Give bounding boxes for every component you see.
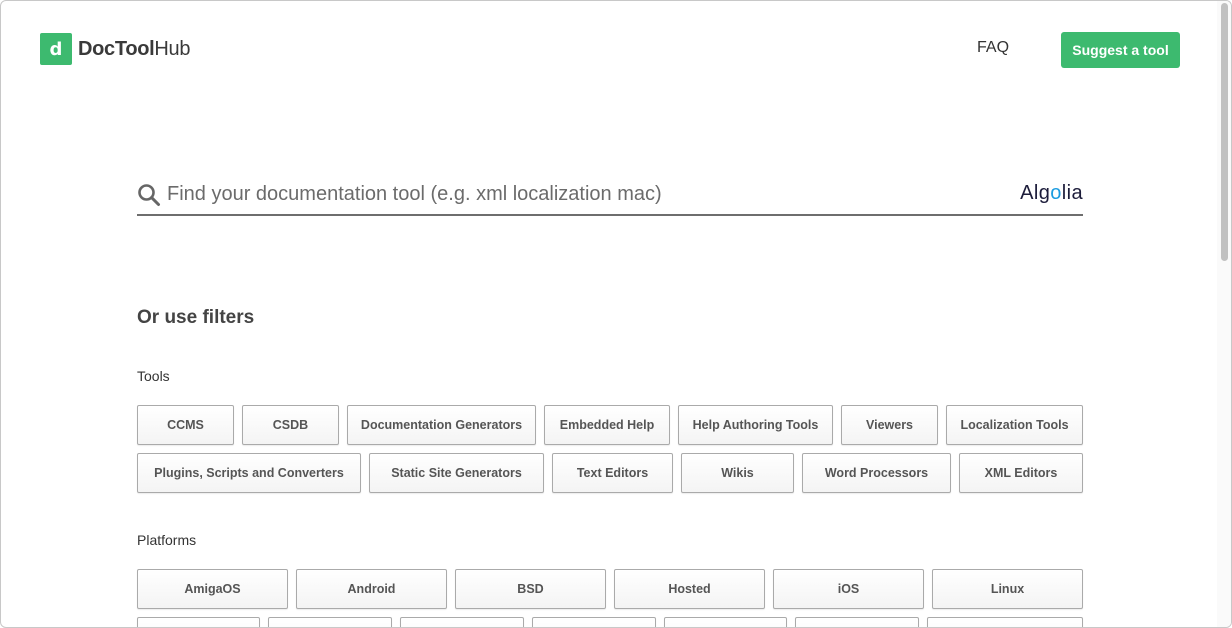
filter-chip[interactable]: CSDB (242, 405, 339, 445)
logo-text: DocToolHub (78, 37, 191, 61)
filter-chip[interactable]: Text Editors (552, 453, 673, 493)
logo-text-light: Hub (154, 37, 191, 60)
filter-chip-partial[interactable] (137, 617, 260, 627)
logo-mark-icon: d (40, 33, 72, 65)
filter-chip[interactable]: Android (296, 569, 447, 609)
filter-chip[interactable]: BSD (455, 569, 606, 609)
filter-chip[interactable]: Linux (932, 569, 1083, 609)
filter-chip-partial[interactable] (532, 617, 656, 627)
filter-chip[interactable]: XML Editors (959, 453, 1083, 493)
filter-chip[interactable]: AmigaOS (137, 569, 288, 609)
filter-chip-partial[interactable] (664, 617, 787, 627)
search-icon (138, 184, 160, 206)
scrollbar-thumb[interactable] (1221, 3, 1228, 261)
filter-chip-partial[interactable] (400, 617, 524, 627)
tools-section-title: Tools (137, 368, 170, 384)
vertical-scrollbar[interactable] (1217, 1, 1231, 627)
platforms-section-title: Platforms (137, 532, 197, 548)
search-bar: Algolia (137, 173, 1083, 216)
algolia-logo[interactable]: Algolia (1020, 182, 1083, 205)
search-input[interactable] (167, 179, 987, 209)
filter-chip[interactable]: Hosted (614, 569, 765, 609)
header: d DocToolHub FAQ Suggest a tool (1, 1, 1231, 101)
faq-link[interactable]: FAQ (977, 39, 1009, 57)
filter-chip-partial[interactable] (927, 617, 1083, 627)
filter-chip[interactable]: Documentation Generators (347, 405, 536, 445)
filter-chip[interactable]: Localization Tools (946, 405, 1083, 445)
filter-chip[interactable]: Static Site Generators (369, 453, 544, 493)
filter-chip[interactable]: CCMS (137, 405, 234, 445)
filter-chip-partial[interactable] (268, 617, 392, 627)
filter-chip-partial[interactable] (795, 617, 919, 627)
logo[interactable]: d DocToolHub (40, 33, 191, 65)
app-window: d DocToolHub FAQ Suggest a tool Algolia … (0, 0, 1232, 628)
filter-chip[interactable]: Viewers (841, 405, 938, 445)
filter-chip[interactable]: Word Processors (802, 453, 951, 493)
suggest-tool-button[interactable]: Suggest a tool (1061, 32, 1180, 68)
logo-text-bold: DocTool (78, 37, 155, 60)
filter-chip[interactable]: Help Authoring Tools (678, 405, 833, 445)
algolia-text-suffix: lia (1061, 182, 1083, 204)
filter-chip[interactable]: Embedded Help (544, 405, 670, 445)
filter-chip[interactable]: iOS (773, 569, 924, 609)
filter-chip[interactable]: Wikis (681, 453, 794, 493)
algolia-o: o (1050, 182, 1062, 204)
filters-title: Or use filters (137, 307, 255, 328)
filter-chip[interactable]: Plugins, Scripts and Converters (137, 453, 361, 493)
algolia-text-prefix: Alg (1020, 182, 1051, 204)
